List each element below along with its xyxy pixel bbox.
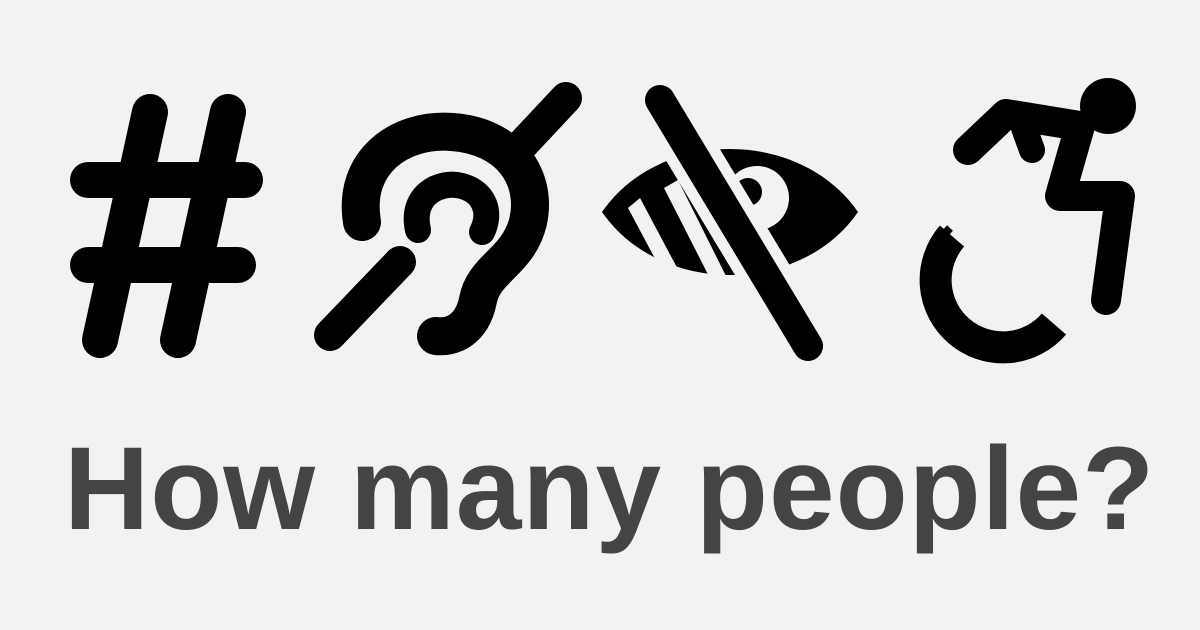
hearing-impaired-icon: [314, 82, 582, 356]
wheelchair-icon: [919, 78, 1136, 364]
headline-text: How many people?: [64, 423, 1156, 555]
social-card: How many people?: [0, 0, 1200, 630]
hashtag-icon: [70, 94, 263, 358]
icon-strip: [70, 74, 1136, 372]
accessibility-icon-row: [0, 0, 1200, 400]
eye-slash-icon: [602, 74, 858, 372]
